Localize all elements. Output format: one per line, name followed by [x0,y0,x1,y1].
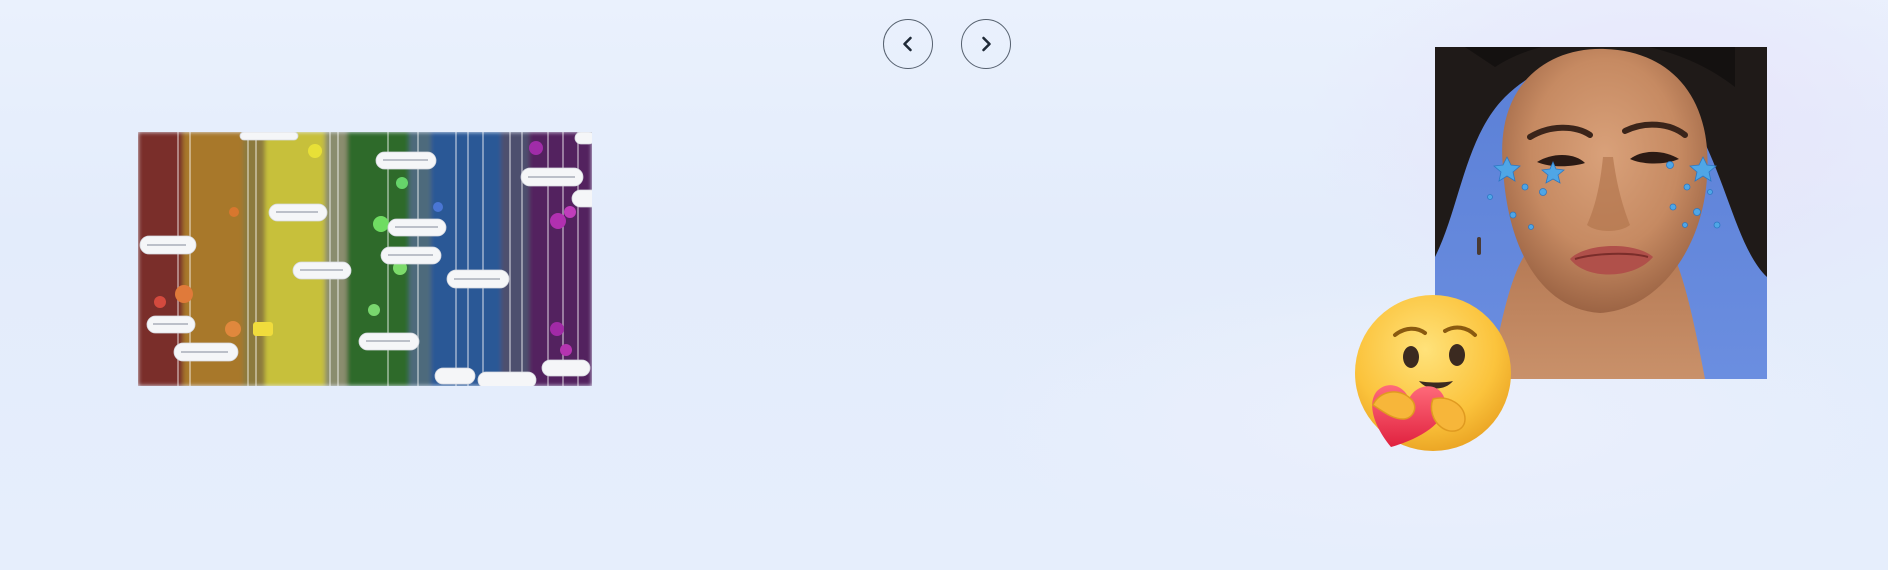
care-emoji-icon [1353,295,1513,455]
rainbow-comment-stream-image [138,132,592,386]
carousel-next-button[interactable] [961,19,1011,69]
chevron-right-icon [982,36,991,52]
carousel-stage [0,0,1888,570]
chevron-left-icon [903,36,912,52]
carousel-prev-button[interactable] [883,19,933,69]
